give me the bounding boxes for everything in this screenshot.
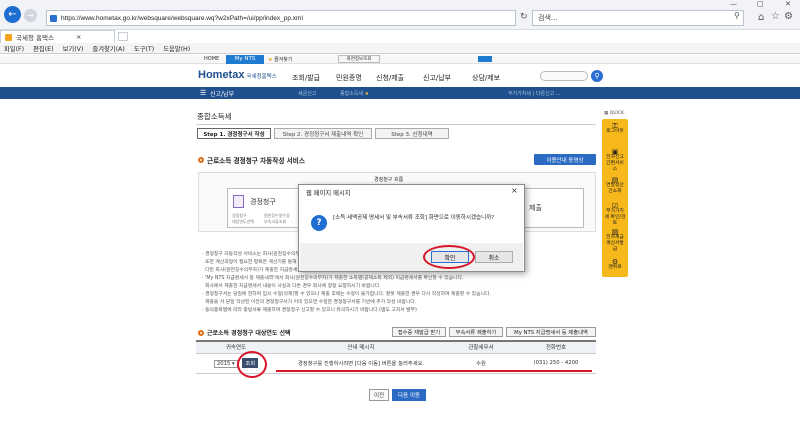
flow-box-3: 제출	[524, 188, 584, 228]
menu-file[interactable]: 파일(F)	[4, 44, 24, 53]
next-button[interactable]: 다음 이동	[392, 389, 426, 401]
quick-yearend[interactable]: ▤ 연말정산 간소화	[604, 177, 626, 195]
info-bullet: · 동의종목별에 따라 증빙서류 제출하여 경정청구 신고할 수 있으니 유의하…	[202, 308, 417, 313]
breadcrumb-right[interactable]: 부가가치세 | 다른신고 ...	[508, 90, 561, 97]
page-title: 종합소득세	[197, 112, 232, 121]
tab-favicon	[5, 33, 12, 41]
browser-tab[interactable]: 국세청 홈택스 ×	[0, 30, 115, 43]
minimize-icon[interactable]: —	[730, 0, 737, 8]
ok-highlight-circle	[423, 245, 475, 269]
nav-apply[interactable]: 신청/제출	[376, 73, 404, 83]
browser-search-input[interactable]: 검색...	[532, 10, 744, 26]
site-header: Hometax 국세청홈택스 조회/발급 민원증명 신청/제출 신고/납부 상담…	[0, 65, 800, 87]
tab-step3[interactable]: Step 3. 신청내역	[375, 128, 449, 139]
confirm-dialog: 웹 페이지 메시지 × ? [소득·세액공제 명세서 및 부속서류 조회] 화면…	[298, 184, 525, 272]
year-select[interactable]: 2015 ▾	[213, 360, 238, 368]
col-year: 귀속연도	[196, 340, 276, 354]
dialog-title: 웹 페이지 메시지	[306, 190, 351, 197]
dialog-message: [소득·세액공제 명세서 및 부속서류 조회] 화면으로 이동하시겠습니까?	[333, 215, 495, 221]
quick-icon: ▦	[604, 111, 609, 116]
info-bullet: 제출을 서 당일 작성된 이전의 경정청구서가 이미 있으면 수정한 경정청구서…	[205, 300, 417, 305]
refresh-icon[interactable]: ↻	[520, 12, 528, 22]
search-icon[interactable]: ⚲	[734, 11, 740, 20]
info-bullet: · 'My NTS 지급명세서 등 제출내역'에서 회사(원천징수의무자)가 제…	[202, 276, 464, 281]
forward-button[interactable]: →	[24, 9, 37, 22]
section-bullet-icon	[198, 157, 204, 163]
menu-favorites[interactable]: 즐겨찾기(A)	[92, 44, 124, 53]
quick-menu: ⚿ 로그아웃 ▣ 전자신고 간편서비스 ▤ 연말정산 간소화 ☑ 부가가치세 확인/검토…	[602, 119, 628, 277]
favorites-icon[interactable]: ☆	[771, 11, 780, 22]
receipt-reissue-button[interactable]: 접수증 재발급 받기	[392, 327, 446, 337]
address-url: https://www.hometax.go.kr/websquare/webs…	[61, 14, 303, 22]
settings-icon[interactable]: ⚙	[784, 11, 793, 22]
info-bullet: 회사에서 제출한 지급명세서 내용이 사실과 다른 경우 회사에 정정 요청하시…	[205, 284, 381, 289]
maximize-icon[interactable]: □	[757, 0, 764, 8]
quick-title: ▦ QUICK	[604, 111, 624, 116]
tab-step2[interactable]: Step 2. 경정청구서 제출내역 확인	[274, 128, 372, 139]
prev-button[interactable]: 이전	[369, 389, 389, 401]
nav-certificates[interactable]: 민원증명	[336, 73, 362, 83]
question-icon: ?	[311, 215, 327, 231]
nav-consult[interactable]: 상담/제보	[472, 73, 500, 83]
breadcrumb-filing[interactable]: 신고/납부	[210, 89, 234, 98]
dialog-close-icon[interactable]: ×	[511, 186, 518, 195]
menu-help[interactable]: 도움말(H)	[163, 44, 190, 53]
new-tab-button[interactable]	[118, 32, 128, 41]
nav-filing[interactable]: 신고/납부	[423, 73, 451, 83]
close-window-icon[interactable]: ✕	[785, 0, 791, 8]
site-top-strip: HOME My NTS ★ 즐겨찾기 화면정보조회	[0, 55, 800, 64]
message-underline	[276, 370, 592, 372]
address-bar[interactable]: https://www.hometax.go.kr/websquare/webs…	[46, 10, 516, 26]
browser-titlebar: ← → https://www.hometax.go.kr/websquare/…	[0, 0, 800, 30]
page-icon	[50, 14, 57, 22]
breadcrumb-income-tax[interactable]: 종합소득세 ★	[340, 90, 369, 97]
close-tab-icon[interactable]: ×	[76, 33, 81, 41]
breadcrumb-tax-filing[interactable]: 세금신고	[298, 90, 316, 97]
back-button[interactable]: ←	[4, 6, 21, 23]
home-link[interactable]: HOME	[204, 56, 219, 62]
menu-tools[interactable]: 도구(T)	[134, 44, 154, 53]
zoom-control[interactable]: 화면정보조회	[338, 55, 380, 63]
quick-top[interactable]: ⚙ 맨위로	[604, 259, 626, 271]
section2-header: 근로소득 경정청구 대상연도 선택	[198, 328, 291, 337]
document-icon	[233, 195, 244, 208]
section-bullet-icon	[198, 329, 204, 336]
attachment-submit-button[interactable]: 부속서류 제출하기	[449, 327, 503, 337]
quick-invoice[interactable]: ▧ 전자세금 계산서발급	[604, 229, 626, 253]
menu-toggle-icon[interactable]: ☰	[200, 89, 206, 97]
info-bullet: · 경정청구서는 당일에 한하여 임시 수정(삭제)할 수 있으나 제출 후에는…	[202, 292, 491, 297]
lookup-highlight-circle	[237, 351, 267, 378]
section1-header: 근로소득 경정청구 자동작성 서비스	[198, 155, 305, 165]
quick-vat[interactable]: ☑ 부가가치세 확인/검토	[604, 203, 626, 227]
nav-lookup[interactable]: 조회/발급	[292, 73, 320, 83]
hometax-logo[interactable]: Hometax 국세청홈택스	[198, 69, 277, 81]
tab-step1[interactable]: Step 1. 경정청구서 작성	[197, 128, 271, 139]
mynts-link[interactable]: My NTS	[226, 55, 264, 64]
guide-video-button[interactable]: 이용안내 동영상	[534, 154, 596, 165]
home-icon[interactable]: ⌂	[758, 12, 764, 23]
menu-edit[interactable]: 편집(E)	[33, 44, 53, 53]
mynts-statement-button[interactable]: My NTS 지급명세서 등 제출내역	[506, 327, 596, 337]
dialog-cancel-button[interactable]: 취소	[475, 251, 513, 263]
flow-box-1: 경정청구 경정청구 대상연도선택 원천징수영수증 부속서류조회	[227, 188, 301, 228]
col-office: 관할세무서	[446, 340, 516, 354]
quick-logout[interactable]: ⚿ 로그아웃	[604, 123, 626, 135]
top-links[interactable]	[478, 56, 596, 62]
breadcrumb-bar: ☰ 신고/납부 세금신고 종합소득세 ★ 부가가치세 | 다른신고 ...	[0, 87, 800, 99]
col-message: 안내 메시지	[276, 340, 446, 354]
flow-title: 경정청구 흐름	[374, 177, 404, 183]
site-search-icon[interactable]: ⚲	[591, 70, 603, 82]
site-search-input[interactable]	[540, 71, 588, 81]
chevron-down-icon: ▾	[232, 361, 235, 367]
quick-e-filing[interactable]: ▣ 전자신고 간편서비스	[604, 149, 626, 173]
browser-menubar: 파일(F) 편집(E) 보기(V) 즐겨찾기(A) 도구(T) 도움말(H)	[0, 43, 800, 54]
favorites-link[interactable]: ★ 즐겨찾기	[268, 56, 292, 63]
menu-view[interactable]: 보기(V)	[63, 44, 84, 53]
title-divider	[196, 124, 596, 125]
col-phone: 전화번호	[516, 340, 596, 354]
